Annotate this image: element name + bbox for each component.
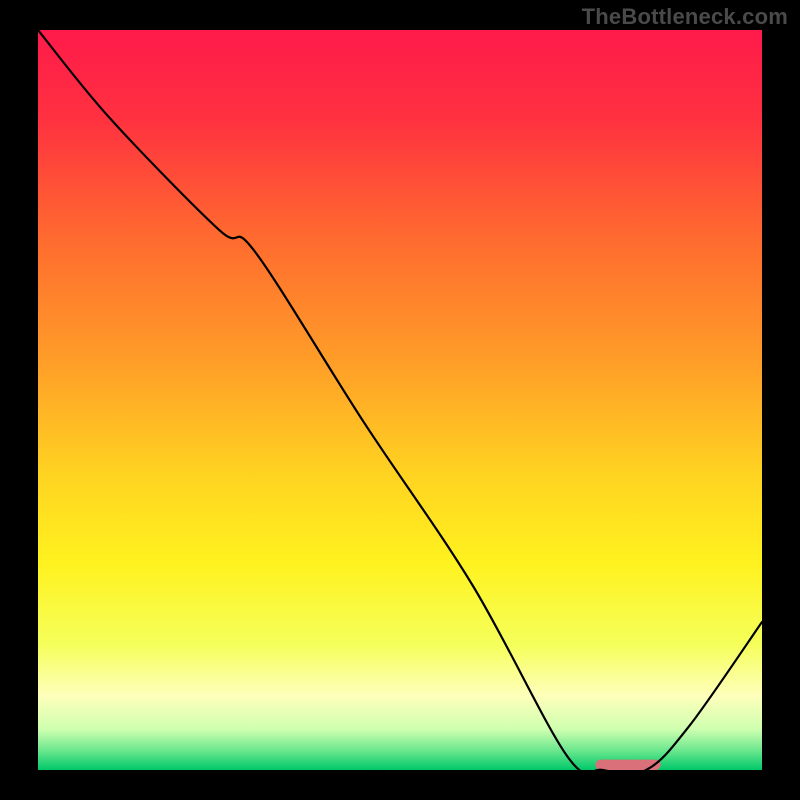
- watermark-text: TheBottleneck.com: [582, 4, 788, 30]
- gradient-svg: [38, 30, 762, 770]
- chart-frame: TheBottleneck.com: [0, 0, 800, 800]
- plot-area: [38, 30, 762, 770]
- background-gradient: [38, 30, 762, 770]
- gradient-rect: [38, 30, 762, 770]
